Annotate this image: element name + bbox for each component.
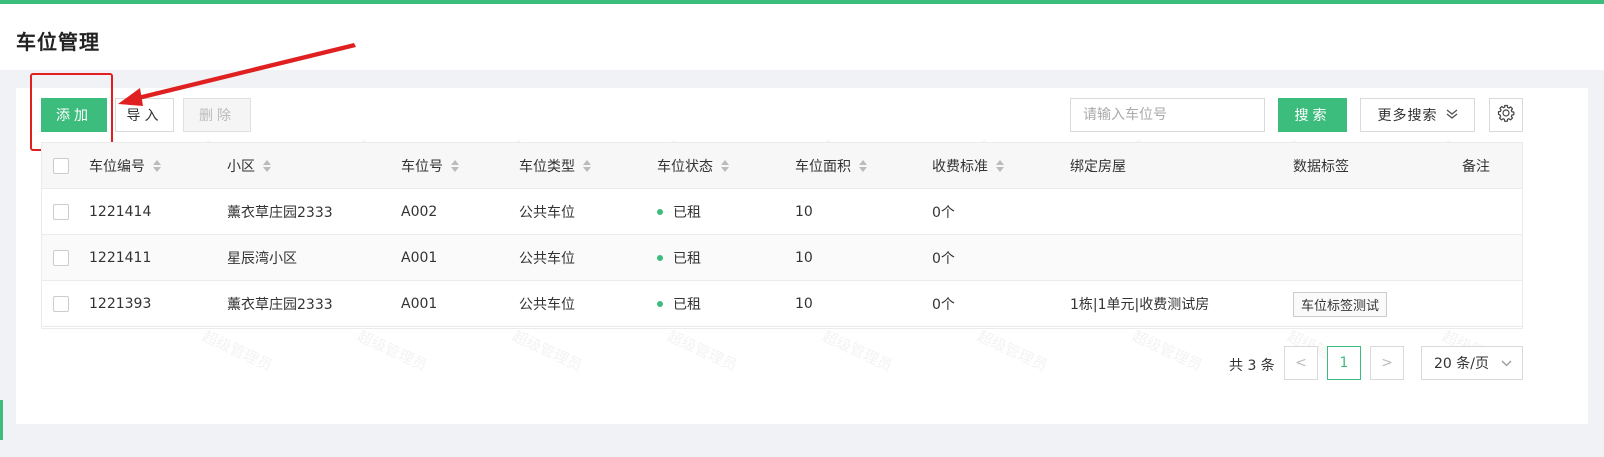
cell-spot-no: A001 [401,296,438,312]
cell-area: 10 [795,250,813,266]
sort-icon [263,160,271,172]
header-type[interactable]: 车位类型 [519,143,591,189]
cell-community: 薰衣草庄园2333 [227,205,333,221]
header-area[interactable]: 车位面积 [795,143,867,189]
table-header: 车位编号 小区 车位号 车位类型 车位状态 车位面积 收费标准 绑定房屋 数据标… [42,143,1522,189]
more-search-button[interactable]: 更多搜索 [1360,98,1475,132]
left-edge-accent [0,400,3,440]
sort-icon [153,160,161,172]
add-button[interactable]: 添加 [41,98,107,132]
sort-icon [451,160,459,172]
row-checkbox[interactable] [53,250,69,266]
header-spot-no[interactable]: 车位号 [401,143,459,189]
more-search-label: 更多搜索 [1377,108,1438,124]
page-1-button[interactable]: 1 [1327,346,1361,380]
row-checkbox[interactable] [53,296,69,312]
parking-spot-table: 车位编号 小区 车位号 车位类型 车位状态 车位面积 收费标准 绑定房屋 数据标… [41,142,1523,329]
page-title: 车位管理 [16,30,100,54]
cell-fee: 0个 [932,205,955,221]
cell-code: 1221411 [89,250,152,266]
cell-house: 1栋|1单元|收费测试房 [1070,297,1210,313]
header-status[interactable]: 车位状态 [657,143,729,189]
double-chevron-down-icon [1446,108,1458,123]
cell-tags: 车位标签测试 [1293,281,1388,327]
spot-number-search-input[interactable] [1070,98,1265,132]
cell-status: 已租 [657,281,701,327]
cell-community: 薰衣草庄园2333 [227,297,333,313]
cell-status: 已租 [657,235,701,281]
table-row[interactable]: 1221414 薰衣草庄园2333 A002 公共车位 已租 10 0个 [42,189,1522,235]
pagination-total: 共 3 条 [1229,358,1275,374]
cell-community: 星辰湾小区 [227,251,297,267]
data-tag[interactable]: 车位标签测试 [1293,291,1388,317]
cell-code: 1221414 [89,204,152,220]
next-page-button[interactable]: > [1370,346,1404,380]
header-tags: 数据标签 [1293,159,1349,175]
header-remark: 备注 [1462,159,1490,175]
page-size-value: 20 条/页 [1434,356,1489,372]
search-button[interactable]: 搜索 [1278,98,1347,132]
cell-type: 公共车位 [519,251,575,267]
select-all-checkbox[interactable] [53,158,69,174]
header-community[interactable]: 小区 [227,143,271,189]
chevron-down-icon [1501,357,1512,370]
sort-icon [721,160,729,172]
cell-fee: 0个 [932,251,955,267]
annotation-arrow-icon [118,43,356,106]
sort-icon [583,160,591,172]
header-code[interactable]: 车位编号 [89,143,161,189]
table-settings-button[interactable] [1489,98,1523,132]
status-dot-icon [657,301,663,307]
cell-type: 公共车位 [519,205,575,221]
status-dot-icon [657,209,663,215]
header-fee[interactable]: 收费标准 [932,143,1004,189]
cell-spot-no: A001 [401,250,438,266]
status-dot-icon [657,255,663,261]
table-row[interactable]: 1221411 星辰湾小区 A001 公共车位 已租 10 0个 [42,235,1522,281]
page-size-select[interactable]: 20 条/页 [1421,346,1523,380]
cell-spot-no: A002 [401,204,438,220]
cell-code: 1221393 [89,296,152,312]
sort-icon [996,160,1004,172]
cell-type: 公共车位 [519,297,575,313]
cell-status: 已租 [657,189,701,235]
cell-area: 10 [795,204,813,220]
cell-area: 10 [795,296,813,312]
gear-icon [1497,104,1515,126]
table-row[interactable]: 1221393 薰衣草庄园2333 A001 公共车位 已租 10 0个 1栋|… [42,281,1522,327]
prev-page-button[interactable]: < [1284,346,1318,380]
header-house: 绑定房屋 [1070,159,1126,175]
sort-icon [859,160,867,172]
cell-fee: 0个 [932,297,955,313]
row-checkbox[interactable] [53,204,69,220]
